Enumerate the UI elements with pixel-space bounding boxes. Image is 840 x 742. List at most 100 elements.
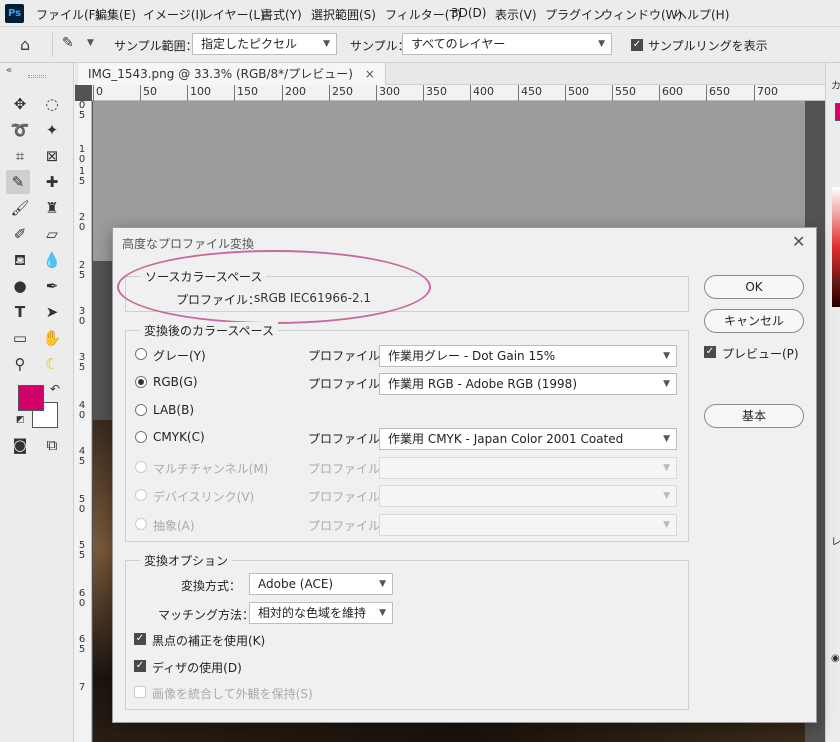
devicelink-profile-select[interactable]: ▼ — [379, 485, 677, 507]
crop-tool-icon[interactable]: ⌗ — [8, 144, 32, 168]
rgb-profile-select[interactable]: 作業用 RGB - Adobe RGB (1998) ▼ — [379, 373, 677, 395]
ruler-tick: 0 — [78, 504, 86, 515]
eyedropper-tool-icon[interactable]: ✎ — [6, 170, 30, 194]
chevron-down-icon: ▼ — [663, 491, 670, 501]
gray-profile-value: 作業用グレー - Dot Gain 15% — [388, 349, 556, 363]
menu-3d[interactable]: 3D(D) — [451, 6, 486, 20]
radio-rgb[interactable] — [135, 376, 147, 388]
default-colors-icon[interactable]: ◩ — [16, 415, 25, 425]
paint-bucket-tool-icon[interactable]: ⛾ — [8, 248, 32, 272]
path-selection-tool-icon[interactable]: ➤ — [40, 300, 64, 324]
close-icon[interactable]: ✕ — [792, 232, 805, 251]
radio-gray-label: グレー(Y) — [153, 349, 206, 363]
cancel-button[interactable]: キャンセル — [704, 309, 804, 333]
intent-label: マッチング方法： — [158, 608, 255, 622]
banana-icon[interactable]: ☾ — [40, 352, 64, 376]
menu-file[interactable]: ファイル(F) — [36, 6, 100, 23]
magic-wand-tool-icon[interactable]: ✦ — [40, 118, 64, 142]
multichannel-profile-select[interactable]: ▼ — [379, 457, 677, 479]
quick-mask-icon[interactable]: ◙ — [8, 433, 32, 457]
healing-brush-tool-icon[interactable]: ✚ — [40, 170, 64, 194]
cmyk-profile-select[interactable]: 作業用 CMYK - Japan Color 2001 Coated ▼ — [379, 428, 677, 450]
screen-mode-icon[interactable]: ⧉ — [40, 433, 64, 457]
dodge-tool-icon[interactable]: ● — [8, 274, 32, 298]
radio-lab-label: LAB(B) — [153, 403, 194, 417]
ruler-tick: 5 — [78, 550, 86, 561]
sample-size-label: サンプル範囲： — [114, 39, 198, 53]
engine-label: 変換方式： — [181, 579, 242, 593]
ok-button[interactable]: OK — [704, 275, 804, 299]
dialog-title: 高度なプロファイル変換 — [122, 237, 255, 251]
menu-window[interactable]: ウィンドウ(W) — [601, 6, 682, 23]
collapse-icon[interactable]: « — [6, 65, 12, 76]
ruler-tick: 0 — [78, 598, 86, 609]
dither-checkbox[interactable]: ✓ — [134, 660, 146, 672]
marquee-tool-icon[interactable]: ◌ — [40, 92, 64, 116]
radio-devicelink[interactable] — [135, 489, 147, 501]
eyedropper-icon[interactable]: ✎ — [62, 35, 74, 51]
pen-tool-icon[interactable]: ✒ — [40, 274, 64, 298]
right-panel: カ プ レ ◉ — [825, 63, 840, 742]
rectangle-tool-icon[interactable]: ▭ — [8, 326, 32, 350]
swap-colors-icon[interactable]: ↶ — [50, 382, 60, 396]
dither-label: ディザの使用(D) — [152, 661, 242, 675]
menu-plugins[interactable]: プラグイン — [545, 6, 605, 23]
destination-space-title: 変換後のカラースペース — [140, 322, 278, 339]
type-tool-icon[interactable]: T — [8, 300, 32, 324]
ruler-tick: 350 — [423, 85, 447, 101]
ruler-tick: 600 — [659, 85, 683, 101]
flatten-checkbox[interactable] — [134, 686, 146, 698]
ruler-tick: 0 — [78, 410, 86, 421]
chevron-down-icon[interactable]: ▼ — [87, 38, 94, 48]
ruler-tick: 0 — [78, 154, 86, 165]
menu-bar: Ps ファイル(F) 編集(E) イメージ(I) レイヤー(L) 書式(Y) 選… — [0, 0, 840, 27]
frame-tool-icon[interactable]: ⊠ — [40, 144, 64, 168]
engine-select[interactable]: Adobe (ACE) ▼ — [249, 573, 393, 595]
menu-filter[interactable]: フィルター(T) — [385, 6, 461, 23]
show-ring-checkbox[interactable]: ✓ — [631, 39, 643, 51]
home-icon[interactable]: ⌂ — [20, 35, 30, 54]
show-ring-label: サンプルリングを表示 — [648, 39, 768, 53]
brush-tool-icon[interactable]: 🖌 — [8, 196, 32, 220]
lasso-tool-icon[interactable]: ➰ — [8, 118, 32, 142]
close-tab-icon[interactable]: × — [365, 67, 375, 81]
move-tool-icon[interactable]: ✥ — [8, 92, 32, 116]
menu-type[interactable]: 書式(Y) — [261, 6, 302, 23]
radio-lab[interactable] — [135, 404, 147, 416]
radio-multichannel-label: マルチチャンネル(M) — [153, 462, 269, 476]
history-brush-tool-icon[interactable]: ✐ — [8, 222, 32, 246]
radio-abstract[interactable] — [135, 518, 147, 530]
radio-gray[interactable] — [135, 348, 147, 360]
color-swatch[interactable] — [835, 103, 840, 121]
preview-checkbox[interactable]: ✓ — [704, 346, 716, 358]
menu-view[interactable]: 表示(V) — [495, 6, 537, 23]
document-tab[interactable]: IMG_1543.png @ 33.3% (RGB/8*/プレビュー) × — [78, 63, 386, 85]
gray-profile-select[interactable]: 作業用グレー - Dot Gain 15% ▼ — [379, 345, 677, 367]
basic-button[interactable]: 基本 — [704, 404, 804, 428]
menu-image[interactable]: イメージ(I) — [143, 6, 204, 23]
sample-size-select[interactable]: 指定したピクセル ▼ — [192, 33, 337, 55]
eye-icon[interactable]: ◉ — [831, 653, 840, 664]
sample-select[interactable]: すべてのレイヤー ▼ — [402, 33, 612, 55]
menu-select[interactable]: 選択範囲(S) — [311, 6, 376, 23]
sample-label: サンプル： — [350, 39, 410, 53]
abstract-profile-select[interactable]: ▼ — [379, 514, 677, 536]
radio-rgb-label: RGB(G) — [153, 375, 198, 389]
stamp-tool-icon[interactable]: ♜ — [40, 196, 64, 220]
menu-edit[interactable]: 編集(E) — [95, 6, 136, 23]
radio-multichannel[interactable] — [135, 461, 147, 473]
menu-layer[interactable]: レイヤー(L) — [201, 6, 265, 23]
hand-tool-icon[interactable]: ✋ — [40, 326, 64, 350]
eraser-tool-icon[interactable]: ▱ — [40, 222, 64, 246]
radio-cmyk[interactable] — [135, 431, 147, 443]
bpc-checkbox[interactable]: ✓ — [134, 633, 146, 645]
blur-tool-icon[interactable]: 💧 — [40, 248, 64, 272]
grip-icon[interactable] — [28, 75, 46, 78]
menu-help[interactable]: ヘルプ(H) — [675, 6, 729, 23]
ruler-tick: 550 — [612, 85, 636, 101]
chevron-down-icon: ▼ — [379, 608, 386, 618]
flatten-label: 画像を統合して外観を保持(S) — [152, 687, 313, 701]
intent-select[interactable]: 相対的な色域を維持 ▼ — [249, 602, 393, 624]
foreground-color-swatch[interactable] — [18, 385, 44, 411]
zoom-tool-icon[interactable]: ⚲ — [8, 352, 32, 376]
